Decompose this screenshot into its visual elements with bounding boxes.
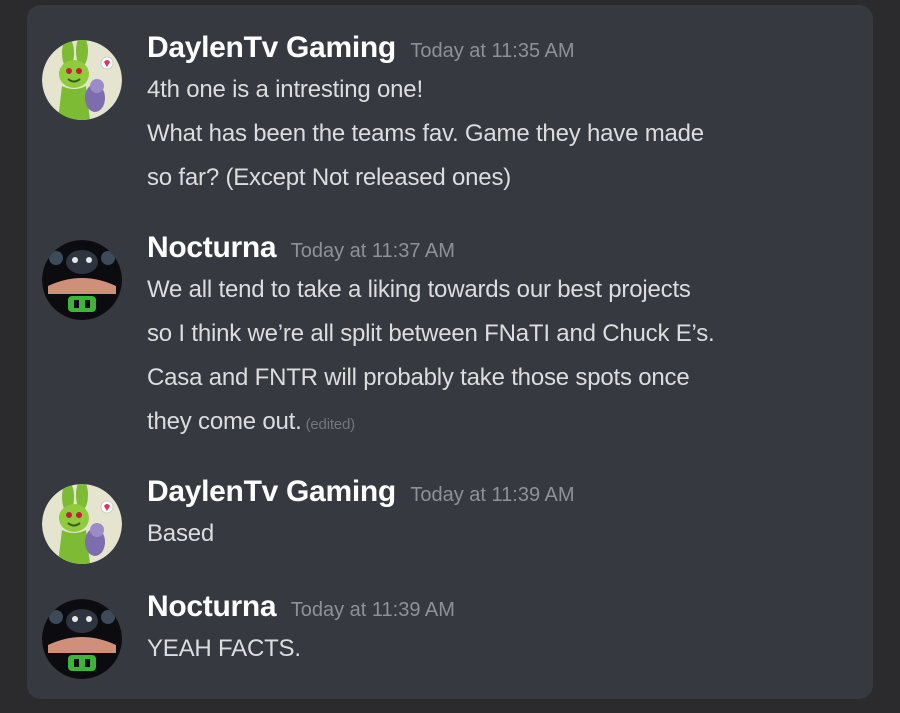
message-line: Casa and FNTR will probably take those s… (147, 364, 690, 391)
message-line: Based (147, 520, 215, 547)
message-content: YEAH FACTS. (147, 627, 862, 671)
message-body: DaylenTv Gaming Today at 11:39 AM Based (147, 472, 862, 556)
edited-label: (edited) (305, 416, 355, 433)
timestamp: Today at 11:37 AM (290, 240, 455, 262)
message-line: We all tend to take a liking towards our… (147, 276, 691, 303)
timestamp: Today at 11:39 AM (290, 599, 455, 621)
message-content: Based (147, 512, 862, 556)
avatar[interactable] (42, 240, 122, 320)
chat-panel: DaylenTv Gaming Today at 11:35 AM 4th on… (27, 5, 873, 699)
message-header: DaylenTv Gaming Today at 11:35 AM (147, 28, 862, 68)
avatar[interactable] (42, 40, 122, 120)
message-line: 4th one is a intresting one! (147, 76, 423, 103)
message-body: Nocturna Today at 11:39 AM YEAH FACTS. (147, 587, 862, 671)
message-header: DaylenTv Gaming Today at 11:39 AM (147, 472, 862, 512)
message-body: Nocturna Today at 11:37 AM We all tend t… (147, 228, 862, 447)
username[interactable]: Nocturna (147, 590, 277, 623)
message-body: DaylenTv Gaming Today at 11:35 AM 4th on… (147, 28, 862, 200)
message-line: so far? (Except Not released ones) (147, 164, 512, 191)
message-header: Nocturna Today at 11:37 AM (147, 228, 862, 268)
message-content: We all tend to take a liking towards our… (147, 268, 862, 447)
dark-animatronic-avatar-icon (42, 240, 122, 320)
message-line-text: they come out. (147, 408, 302, 435)
green-bunny-avatar-icon (42, 40, 122, 120)
green-bunny-avatar-icon (42, 484, 122, 564)
message-line: What has been the teams fav. Game they h… (147, 120, 704, 147)
username[interactable]: Nocturna (147, 231, 277, 264)
timestamp: Today at 11:35 AM (410, 40, 575, 62)
username[interactable]: DaylenTv Gaming (147, 31, 396, 64)
message-content: 4th one is a intresting one! What has be… (147, 68, 862, 200)
avatar[interactable] (42, 599, 122, 679)
message-line: YEAH FACTS. (147, 635, 301, 662)
username[interactable]: DaylenTv Gaming (147, 475, 396, 508)
dark-animatronic-avatar-icon (42, 599, 122, 679)
message-line: so I think we’re all split between FNaTI… (147, 320, 715, 347)
message-header: Nocturna Today at 11:39 AM (147, 587, 862, 627)
message-line-last: they come out. (edited) (147, 400, 862, 447)
timestamp: Today at 11:39 AM (410, 484, 575, 506)
avatar[interactable] (42, 484, 122, 564)
